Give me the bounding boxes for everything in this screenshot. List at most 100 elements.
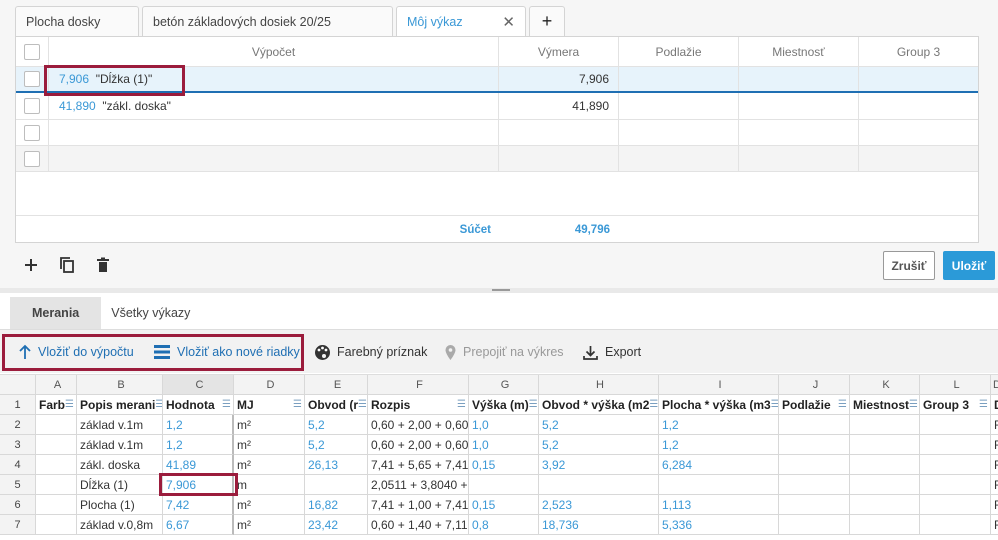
column-letter[interactable]: D — [234, 375, 305, 395]
cancel-button[interactable]: Zrušiť — [883, 251, 935, 280]
table-cell[interactable]: F — [991, 515, 998, 535]
table-cell[interactable] — [305, 475, 368, 495]
column-letter[interactable]: B — [77, 375, 163, 395]
filter-icon[interactable]: ☰ — [838, 399, 847, 410]
table-cell[interactable] — [920, 415, 991, 435]
filter-icon[interactable]: ☰ — [979, 399, 988, 410]
column-header[interactable]: Plocha * výška (m3 ☰ — [659, 395, 779, 415]
table-cell[interactable] — [779, 475, 850, 495]
column-header[interactable]: Rozpis ☰ — [368, 395, 469, 415]
table-cell[interactable] — [36, 435, 77, 455]
table-cell[interactable]: 6,67 — [163, 515, 234, 535]
table-cell[interactable] — [920, 475, 991, 495]
table-row[interactable]: 41,890 "zákl. doska" 41,890 — [16, 93, 978, 120]
column-header[interactable]: Obvod (r ☰ — [305, 395, 368, 415]
column-header[interactable]: Popis merani☰ — [77, 395, 163, 415]
table-cell[interactable]: 16,82 — [305, 495, 368, 515]
column-header[interactable]: Farb ☰ — [36, 395, 77, 415]
table-cell[interactable] — [850, 455, 920, 475]
table-cell[interactable] — [920, 455, 991, 475]
column-letter[interactable]: I — [659, 375, 779, 395]
table-cell[interactable]: 1,0 — [469, 415, 539, 435]
table-cell[interactable]: 0,60 + 2,00 + 0,60 — [368, 435, 469, 455]
room-cell[interactable] — [739, 67, 859, 91]
calc-cell[interactable] — [49, 146, 499, 171]
calc-cell[interactable] — [49, 120, 499, 145]
table-cell[interactable] — [779, 415, 850, 435]
table-cell[interactable] — [920, 435, 991, 455]
table-cell[interactable] — [539, 475, 659, 495]
header-floor[interactable]: Podlažie — [619, 37, 739, 66]
column-letter[interactable]: D — [991, 375, 998, 395]
table-cell[interactable] — [36, 515, 77, 535]
table-cell[interactable]: F — [991, 475, 998, 495]
filter-icon[interactable]: ☰ — [65, 399, 74, 410]
table-cell[interactable] — [850, 515, 920, 535]
floor-cell[interactable] — [619, 93, 739, 119]
row-checkbox[interactable] — [24, 150, 40, 167]
column-header[interactable]: Podlažie ☰ — [779, 395, 850, 415]
filter-icon[interactable]: ☰ — [155, 399, 162, 410]
table-cell[interactable] — [779, 455, 850, 475]
column-letter[interactable]: A — [36, 375, 77, 395]
table-cell[interactable] — [850, 495, 920, 515]
table-cell[interactable]: 3,92 — [539, 455, 659, 475]
room-cell[interactable] — [739, 93, 859, 119]
column-header[interactable]: Miestnost ☰ — [850, 395, 920, 415]
table-cell[interactable] — [36, 455, 77, 475]
table-cell[interactable]: 26,13 — [305, 455, 368, 475]
filter-icon[interactable]: ☰ — [771, 399, 778, 410]
table-cell[interactable]: 1,113 — [659, 495, 779, 515]
table-cell[interactable]: 1,2 — [163, 415, 234, 435]
column-header[interactable]: Výška (m) ☰ — [469, 395, 539, 415]
row-number[interactable]: 7 — [0, 515, 36, 535]
table-cell[interactable]: 0,15 — [469, 455, 539, 475]
table-cell[interactable]: 5,2 — [305, 415, 368, 435]
table-cell[interactable]: 7,42 — [163, 495, 234, 515]
table-cell[interactable]: 0,8 — [469, 515, 539, 535]
add-tab-button[interactable]: + — [529, 6, 565, 36]
filter-icon[interactable]: ☰ — [358, 399, 367, 410]
table-cell[interactable]: Plocha (1) — [77, 495, 163, 515]
table-cell[interactable]: 18,736 — [539, 515, 659, 535]
table-cell[interactable]: F — [991, 435, 998, 455]
table-cell[interactable]: 1,2 — [659, 435, 779, 455]
export-button[interactable]: Export — [582, 330, 641, 374]
column-letter[interactable]: J — [779, 375, 850, 395]
column-letter[interactable]: G — [469, 375, 539, 395]
column-header[interactable]: Obvod * výška (m2 ☰ — [539, 395, 659, 415]
table-cell[interactable]: F — [991, 415, 998, 435]
close-icon[interactable]: ✕ — [502, 13, 515, 31]
pane-splitter[interactable] — [0, 288, 998, 293]
column-letter[interactable]: L — [920, 375, 991, 395]
table-cell[interactable] — [36, 475, 77, 495]
filter-icon[interactable]: ☰ — [909, 399, 918, 410]
filter-icon[interactable]: ☰ — [457, 399, 466, 410]
table-cell[interactable]: 1,0 — [469, 435, 539, 455]
table-cell[interactable]: 5,2 — [539, 415, 659, 435]
color-flag-button[interactable]: Farebný príznak — [314, 330, 427, 374]
table-cell[interactable]: m² — [234, 435, 305, 455]
table-row[interactable]: 6 Plocha (1) 7,42 m² 16,82 7,41 + 1,00 + 7,41… — [0, 495, 998, 515]
column-letter[interactable]: K — [850, 375, 920, 395]
table-cell[interactable] — [779, 435, 850, 455]
table-cell[interactable]: 2,0511 + 3,8040 + — [368, 475, 469, 495]
column-header[interactable]: Hodnota ☰ — [163, 395, 234, 415]
table-cell[interactable]: 41,89 — [163, 455, 234, 475]
row-number[interactable]: 6 — [0, 495, 36, 515]
table-cell[interactable] — [850, 415, 920, 435]
row-checkbox[interactable] — [24, 124, 40, 141]
floor-cell[interactable] — [619, 120, 739, 145]
table-cell[interactable] — [779, 495, 850, 515]
group3-cell[interactable] — [859, 146, 978, 171]
table-cell[interactable]: 1,2 — [659, 415, 779, 435]
row-checkbox[interactable] — [24, 71, 40, 87]
column-header[interactable]: Group 3 ☰ — [920, 395, 991, 415]
room-cell[interactable] — [739, 146, 859, 171]
group3-cell[interactable] — [859, 93, 978, 119]
table-cell[interactable] — [850, 475, 920, 495]
column-letter[interactable]: F — [368, 375, 469, 395]
table-cell[interactable]: Dĺžka (1) — [77, 475, 163, 495]
header-group3[interactable]: Group 3 — [859, 37, 978, 66]
tab-merania[interactable]: Merania — [10, 297, 102, 329]
